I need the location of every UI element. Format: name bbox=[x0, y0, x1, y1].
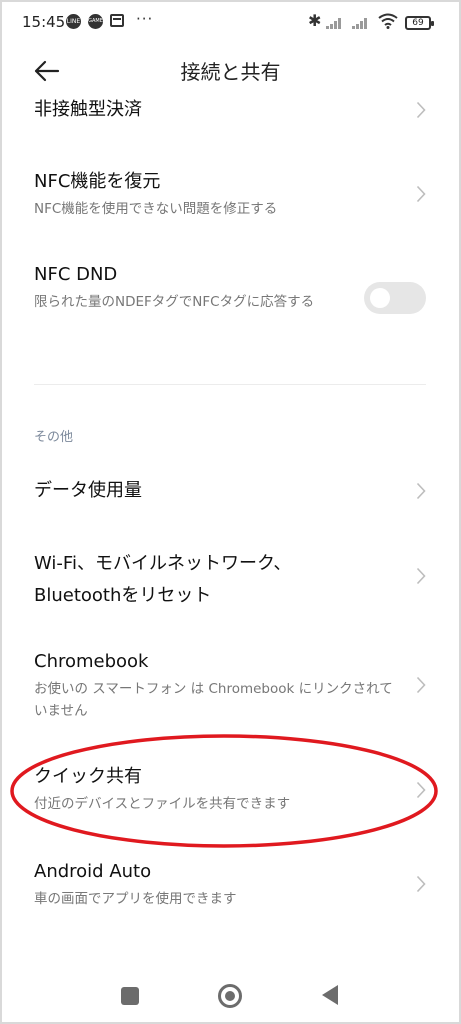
chevron-right-icon bbox=[416, 781, 426, 799]
row-nfc-dnd: NFC DND 限られた量のNDEFタグでNFCタグに応答する bbox=[34, 263, 354, 313]
battery-icon: 69 bbox=[405, 16, 434, 30]
row-data-usage[interactable]: データ使用量 bbox=[34, 479, 434, 503]
bluetooth-icon: ✱ bbox=[308, 11, 322, 30]
chevron-right-icon bbox=[416, 676, 426, 694]
status-time: 15:45 bbox=[22, 13, 66, 31]
chevron-right-icon bbox=[416, 567, 426, 585]
status-bar: 15:45 LINE GAME ··· ✱ 69 bbox=[0, 0, 461, 44]
section-header-other: その他 bbox=[34, 430, 74, 445]
row-title: Wi-Fi、モバイルネットワーク、Bluetoothをリセット bbox=[34, 553, 292, 606]
signal-icon bbox=[326, 17, 346, 29]
chevron-right-icon bbox=[416, 875, 426, 893]
row-title: NFC機能を復元 bbox=[34, 171, 161, 192]
row-subtitle: 車の画面でアプリを使用できます bbox=[34, 891, 237, 907]
row-quick-share[interactable]: クイック共有 付近のデバイスとファイルを共有できます bbox=[34, 765, 434, 815]
row-title: Chromebook bbox=[34, 651, 149, 672]
wifi-icon bbox=[378, 13, 398, 33]
row-contactless-payment[interactable]: 非接触型決済 bbox=[34, 98, 434, 122]
row-title: 非接触型決済 bbox=[34, 99, 142, 120]
section-divider bbox=[34, 384, 426, 385]
row-subtitle: 限られた量のNDEFタグでNFCタグに応答する bbox=[34, 294, 315, 310]
row-android-auto[interactable]: Android Auto 車の画面でアプリを使用できます bbox=[34, 860, 434, 910]
row-title: データ使用量 bbox=[34, 480, 142, 501]
page-title: 接続と共有 bbox=[180, 60, 281, 84]
chevron-right-icon bbox=[416, 185, 426, 203]
navigation-bar bbox=[0, 965, 461, 1024]
toggle-knob bbox=[370, 288, 390, 308]
nfc-dnd-toggle[interactable] bbox=[364, 282, 426, 314]
signal-icon-2 bbox=[352, 17, 372, 29]
recent-apps-icon[interactable] bbox=[121, 987, 139, 1005]
back-icon[interactable] bbox=[322, 985, 338, 1005]
chevron-right-icon bbox=[416, 482, 426, 500]
home-icon[interactable] bbox=[218, 984, 242, 1008]
line-app-icon: LINE bbox=[66, 14, 81, 29]
notification-app-icon: GAME bbox=[88, 14, 103, 29]
row-title: クイック共有 bbox=[34, 766, 142, 787]
row-chromebook[interactable]: Chromebook お使いの スマートフォン は Chromebook にリン… bbox=[34, 650, 394, 722]
more-notifications-icon: ··· bbox=[136, 10, 154, 28]
row-network-reset[interactable]: Wi-Fi、モバイルネットワーク、Bluetoothをリセット bbox=[34, 548, 354, 612]
row-subtitle: 付近のデバイスとファイルを共有できます bbox=[34, 796, 291, 812]
row-title: NFC DND bbox=[34, 264, 118, 285]
news-icon bbox=[110, 14, 124, 27]
row-title: Android Auto bbox=[34, 861, 152, 882]
row-subtitle: お使いの スマートフォン は Chromebook にリンクされていません bbox=[34, 681, 393, 719]
row-subtitle: NFC機能を使用できない問題を修正する bbox=[34, 201, 278, 217]
row-nfc-restore[interactable]: NFC機能を復元 NFC機能を使用できない問題を修正する bbox=[34, 170, 434, 220]
chevron-right-icon bbox=[416, 101, 426, 119]
